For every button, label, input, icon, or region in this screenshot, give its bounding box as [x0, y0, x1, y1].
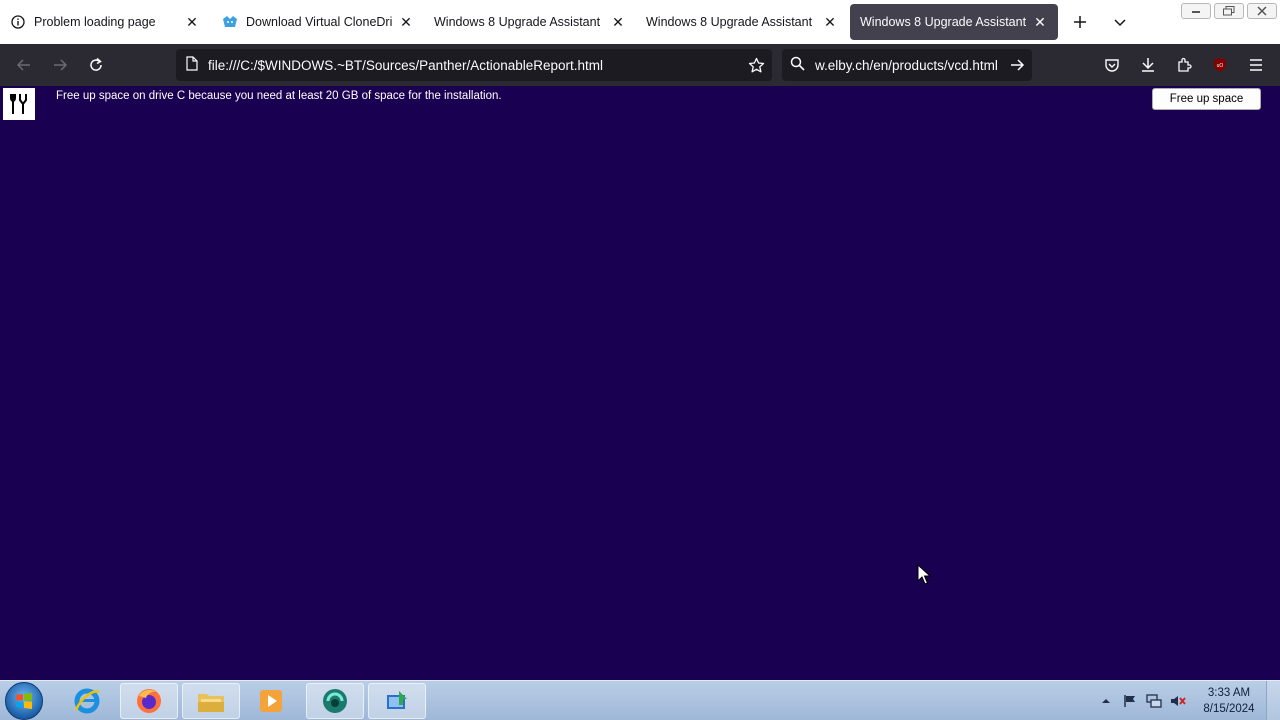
minimize-button[interactable]	[1181, 3, 1211, 19]
windows-logo-icon	[16, 693, 32, 709]
close-icon[interactable]: ✕	[398, 14, 414, 30]
reload-icon	[90, 57, 102, 71]
action-center-flag-icon[interactable]	[1122, 693, 1138, 709]
search-input[interactable]: w.elby.ch/en/products/vcd.html	[815, 58, 1002, 73]
pocket-button[interactable]	[1100, 53, 1124, 77]
download-icon	[1142, 58, 1154, 72]
clock-time: 3:33 AM	[1207, 687, 1251, 699]
network-icon[interactable]	[1146, 693, 1162, 709]
volume-muted-icon[interactable]	[1170, 693, 1186, 709]
media-player-icon[interactable]	[242, 683, 300, 719]
tab-upgrade-assistant-1[interactable]: Windows 8 Upgrade Assistant ✕	[424, 4, 636, 40]
free-up-space-button[interactable]: Free up space	[1152, 88, 1261, 110]
bookmark-star-icon[interactable]	[740, 57, 772, 74]
close-icon[interactable]: ✕	[822, 14, 838, 30]
firefox-icon[interactable]	[120, 683, 178, 719]
show-hidden-icons-chevron-up-icon[interactable]	[1098, 693, 1114, 709]
tab-strip: Problem loading page ✕ Download Virtual …	[0, 0, 1280, 44]
chevron-down-icon	[1114, 19, 1126, 27]
search-bar[interactable]: w.elby.ch/en/products/vcd.html	[782, 49, 1032, 81]
tab-title: Download Virtual CloneDrive	[246, 15, 392, 29]
page-content: Free up space on drive C because you nee…	[0, 86, 1280, 680]
app-icon[interactable]	[306, 683, 364, 719]
go-arrow-icon[interactable]	[1002, 58, 1032, 72]
minimize-icon	[1192, 11, 1200, 13]
pocket-icon	[1105, 59, 1119, 72]
taskbar: 3:33 AM 8/15/2024	[0, 680, 1280, 720]
clonedrive-sheep-icon	[222, 14, 238, 30]
url-text[interactable]: file:///C:/$WINDOWS.~BT/Sources/Panther/…	[208, 58, 740, 73]
arrow-left-icon	[16, 59, 30, 71]
internet-explorer-icon[interactable]	[58, 683, 116, 719]
close-icon	[1257, 6, 1267, 16]
plus-icon	[1074, 16, 1086, 28]
close-icon[interactable]: ✕	[610, 14, 626, 30]
upgrade-assistant-icon[interactable]	[368, 683, 426, 719]
hamburger-menu-icon	[1250, 59, 1262, 71]
close-icon[interactable]: ✕	[1032, 14, 1048, 30]
puzzle-icon	[1178, 57, 1192, 72]
search-icon	[790, 56, 805, 74]
page-icon	[186, 56, 198, 74]
free-space-message: Free up space on drive C because you nee…	[56, 90, 502, 102]
file-explorer-icon[interactable]	[182, 683, 240, 719]
tab-title: Problem loading page	[34, 15, 156, 29]
clock-date: 8/15/2024	[1203, 703, 1255, 715]
info-icon	[10, 14, 26, 30]
tab-title: Windows 8 Upgrade Assistant	[434, 15, 601, 29]
system-clock[interactable]: 3:33 AM 8/15/2024	[1196, 685, 1262, 717]
list-all-tabs-button[interactable]	[1108, 10, 1132, 34]
tab-title: Windows 8 Upgrade Assistant	[860, 15, 1026, 29]
menu-button[interactable]	[1244, 53, 1268, 77]
svg-text:uO: uO	[1217, 63, 1224, 69]
extensions-button[interactable]	[1172, 53, 1196, 77]
reload-button[interactable]	[84, 53, 108, 77]
tab-title: Windows 8 Upgrade Assistant	[646, 15, 813, 29]
tab-upgrade-assistant-active[interactable]: Windows 8 Upgrade Assistant ✕	[850, 4, 1058, 40]
tools-icon	[3, 88, 35, 120]
tab-problem-loading[interactable]: Problem loading page ✕	[0, 4, 210, 40]
downloads-button[interactable]	[1136, 53, 1160, 77]
show-desktop-button[interactable]	[1266, 681, 1280, 720]
window-close-button[interactable]	[1247, 3, 1277, 19]
arrow-right-icon	[54, 59, 68, 71]
new-tab-button[interactable]	[1068, 10, 1092, 34]
ublock-button[interactable]: uO	[1208, 53, 1232, 77]
ublock-icon: uO	[1214, 58, 1226, 72]
back-button[interactable]	[12, 53, 36, 77]
forward-button[interactable]	[48, 53, 72, 77]
navigation-toolbar: file:///C:/$WINDOWS.~BT/Sources/Panther/…	[0, 44, 1280, 86]
address-bar[interactable]: file:///C:/$WINDOWS.~BT/Sources/Panther/…	[176, 49, 772, 81]
restore-icon	[1223, 6, 1235, 16]
tab-upgrade-assistant-2[interactable]: Windows 8 Upgrade Assistant ✕	[636, 4, 848, 40]
tab-download-clonedrive[interactable]: Download Virtual CloneDrive ✕	[212, 4, 424, 40]
restore-button[interactable]	[1214, 3, 1244, 19]
start-button[interactable]	[5, 682, 43, 720]
mouse-cursor-icon	[917, 564, 931, 585]
close-icon[interactable]: ✕	[184, 14, 200, 30]
